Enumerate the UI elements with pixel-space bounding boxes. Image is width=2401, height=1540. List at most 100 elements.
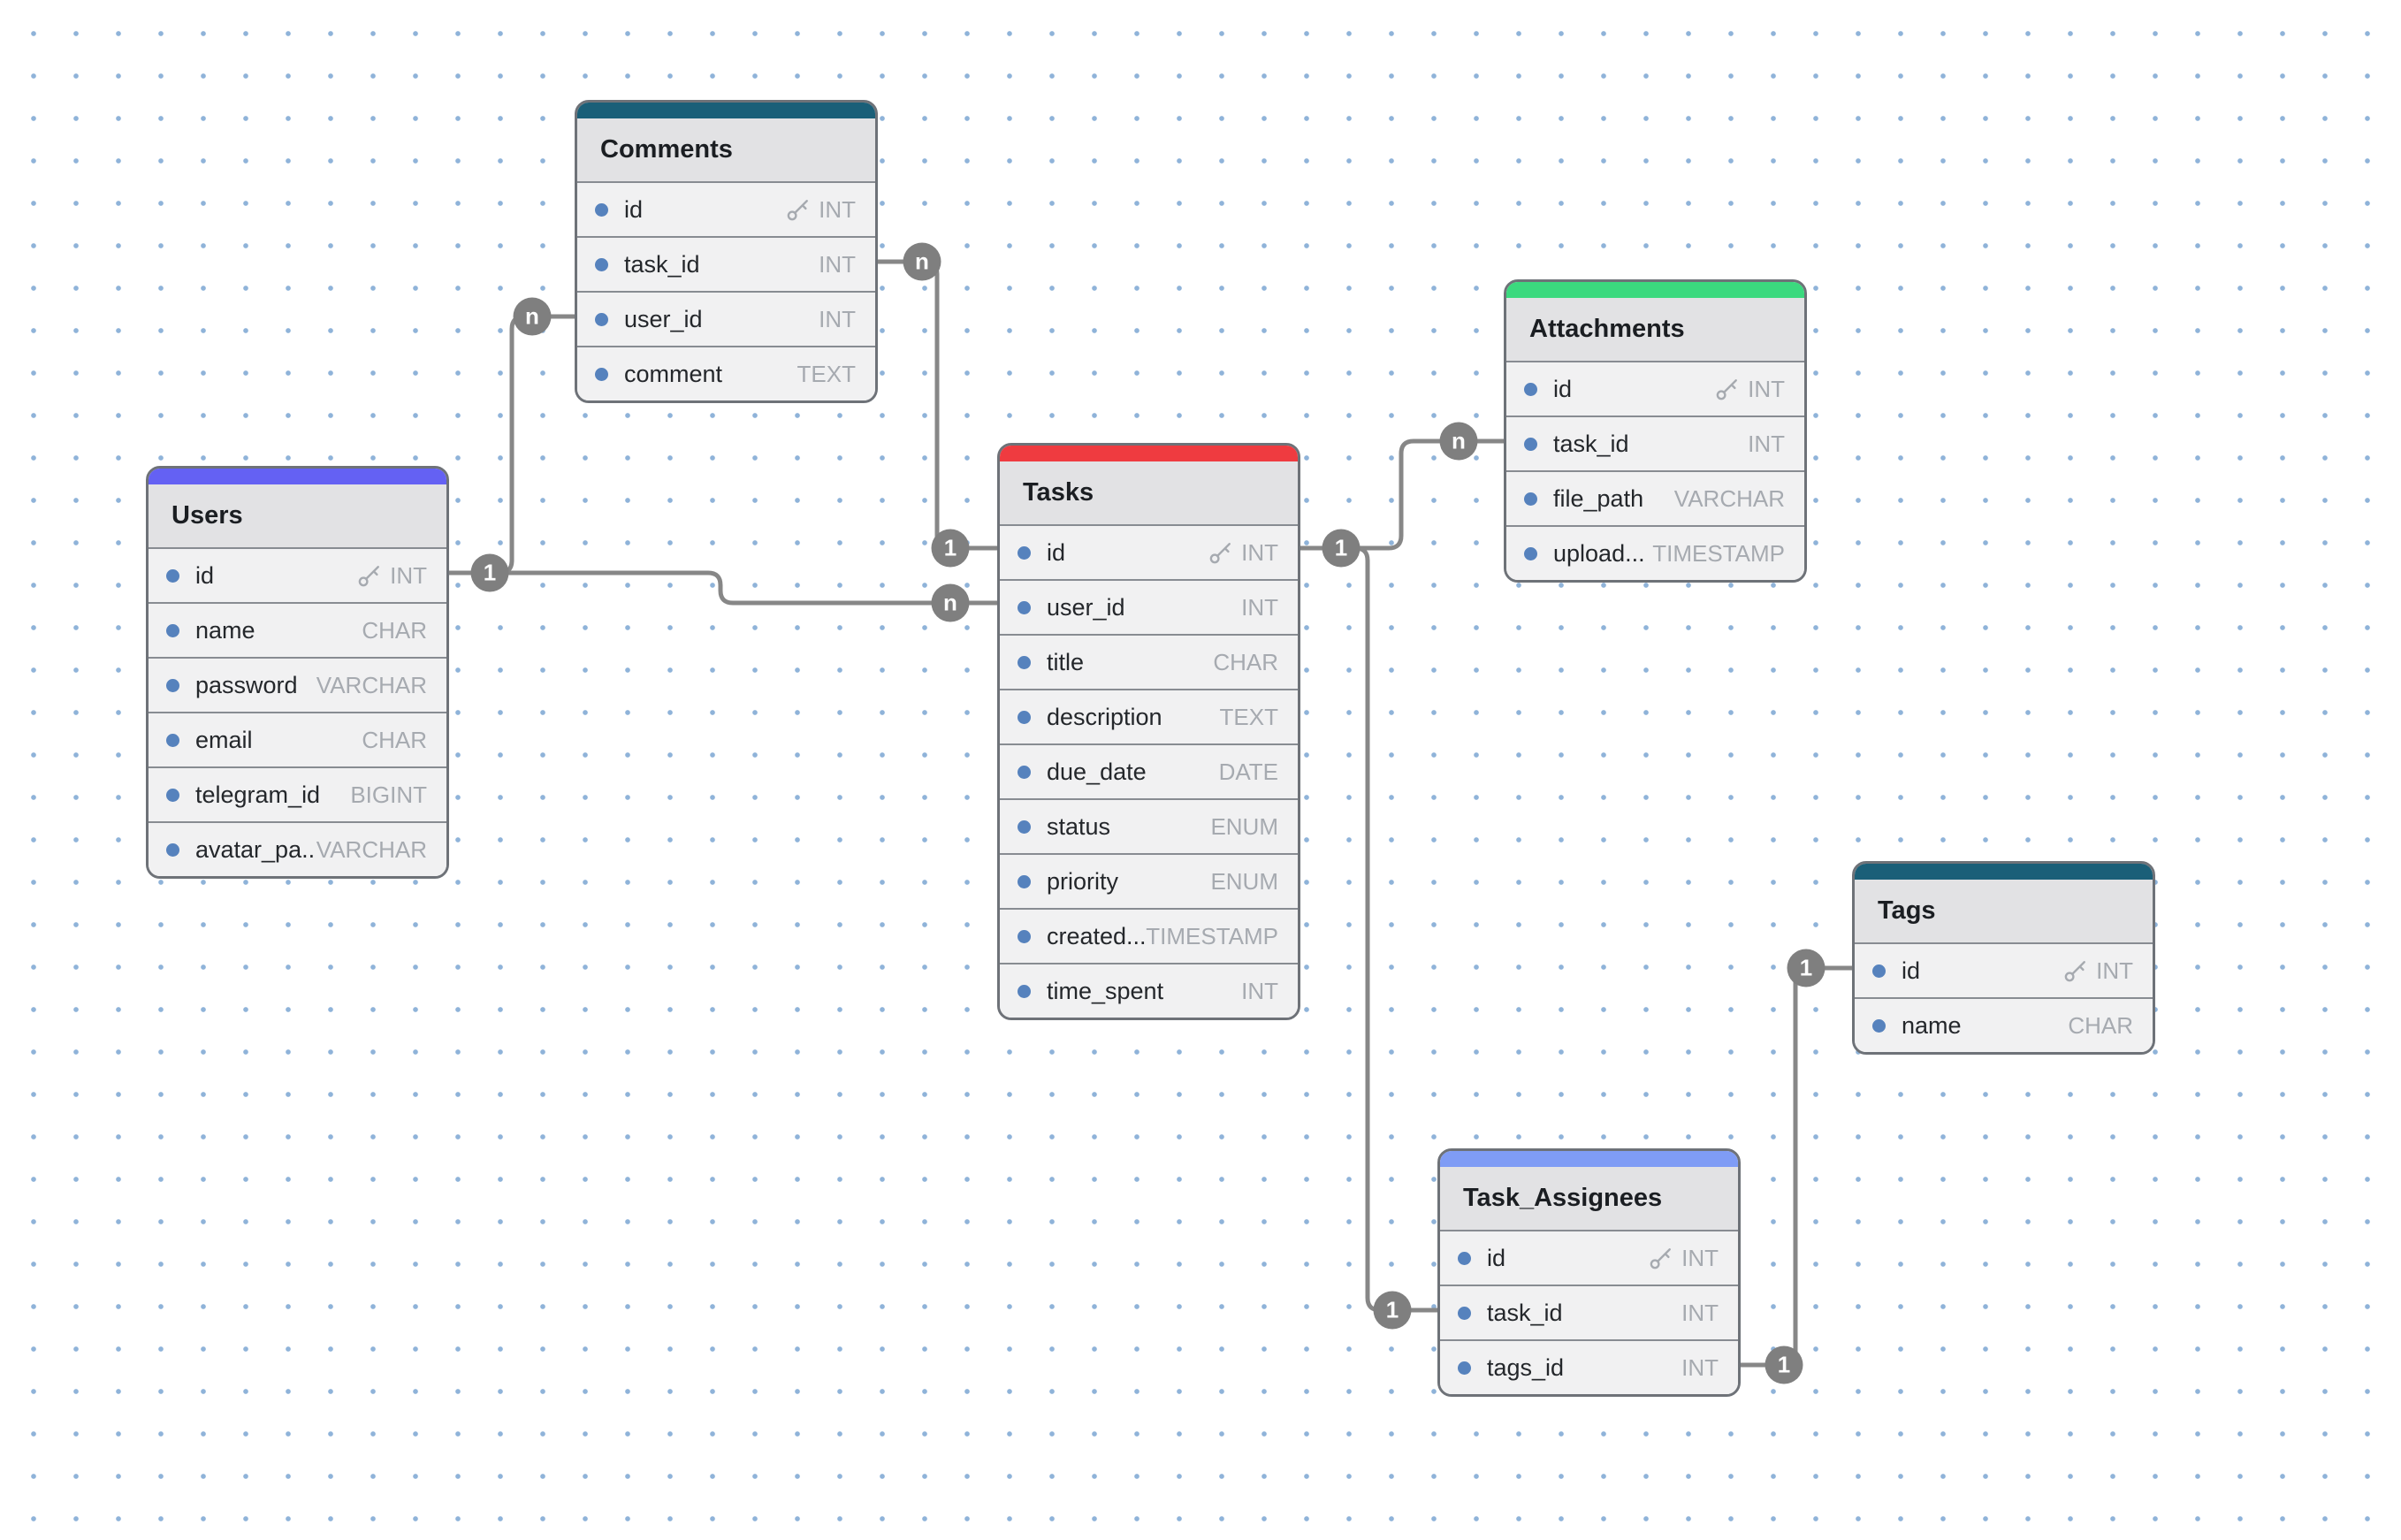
table-title: Tags: [1855, 880, 2153, 944]
field-name: password: [195, 672, 316, 699]
field-row-telegram_id[interactable]: telegram_idBIGINT: [149, 768, 446, 823]
relationship-line-tasks-id-to-task_assignees-task_id[interactable]: [1300, 548, 1437, 1310]
diagram-canvas[interactable]: CommentsidINTtask_idINTuser_idINTcomment…: [0, 0, 2401, 1540]
field-name: avatar_pa...: [195, 836, 316, 864]
field-row-name[interactable]: nameCHAR: [149, 604, 446, 659]
field-row-created[interactable]: created...TIMESTAMP: [1000, 910, 1298, 964]
field-row-user_id[interactable]: user_idINT: [1000, 581, 1298, 636]
field-dot-icon: [166, 624, 179, 637]
field-type: CHAR: [1213, 649, 1278, 676]
field-row-name[interactable]: nameCHAR: [1855, 999, 2153, 1052]
field-dot-icon: [1018, 546, 1031, 560]
field-row-comment[interactable]: commentTEXT: [577, 347, 875, 400]
table-tags[interactable]: TagsidINTnameCHAR: [1852, 861, 2155, 1055]
relationship-line-users-id-to-comments-user_id[interactable]: [449, 316, 575, 573]
field-type-label: INT: [819, 251, 856, 278]
relationship-line-users-id-to-tasks-user_id[interactable]: [449, 573, 997, 603]
table-task_assignees[interactable]: Task_AssigneesidINTtask_idINTtags_idINT: [1437, 1148, 1741, 1397]
field-dot-icon: [1018, 930, 1031, 943]
field-dot-icon: [166, 569, 179, 583]
field-name: id: [1047, 539, 1208, 567]
primary-key-icon: [1714, 376, 1741, 402]
field-type: INT: [1241, 978, 1278, 1005]
table-comments[interactable]: CommentsidINTtask_idINTuser_idINTcomment…: [575, 100, 878, 403]
field-row-id[interactable]: id INT: [1000, 526, 1298, 581]
field-dot-icon: [1018, 766, 1031, 779]
field-name: user_id: [624, 306, 819, 333]
field-type-label: CHAR: [362, 617, 427, 644]
field-name: name: [195, 617, 362, 644]
field-name: priority: [1047, 868, 1210, 896]
table-users[interactable]: UsersidINTnameCHARpasswordVARCHARemailCH…: [146, 466, 449, 879]
field-row-id[interactable]: idINT: [1855, 944, 2153, 999]
primary-key-icon: [1208, 539, 1234, 566]
field-row-tags_id[interactable]: tags_idINT: [1440, 1341, 1738, 1394]
field-type: INT: [1748, 431, 1785, 458]
relationship-line-tasks-id-to-comments-task_id[interactable]: [878, 262, 997, 548]
table-title: Comments: [577, 118, 875, 183]
field-type: VARCHAR: [316, 672, 427, 699]
cardinality-badge-n: n: [903, 243, 941, 281]
field-row-email[interactable]: emailCHAR: [149, 713, 446, 768]
field-dot-icon: [1524, 438, 1537, 451]
field-row-id[interactable]: idINT: [1506, 362, 1804, 417]
field-row-id[interactable]: idINT: [1440, 1231, 1738, 1286]
field-row-task_id[interactable]: task_idINT: [1440, 1286, 1738, 1341]
field-type: ENUM: [1210, 813, 1278, 841]
field-dot-icon: [1018, 656, 1031, 669]
field-row-priority[interactable]: priorityENUM: [1000, 855, 1298, 910]
field-row-title[interactable]: titleCHAR: [1000, 636, 1298, 690]
field-row-user_id[interactable]: user_idINT: [577, 293, 875, 347]
field-name: created...: [1047, 923, 1146, 950]
field-row-password[interactable]: passwordVARCHAR: [149, 659, 446, 713]
table-title: Attachments: [1506, 298, 1804, 362]
field-row-id[interactable]: idINT: [577, 183, 875, 238]
field-dot-icon: [166, 789, 179, 802]
field-dot-icon: [1018, 985, 1031, 998]
primary-key-icon: [356, 562, 383, 589]
field-row-due_date[interactable]: due_dateDATE: [1000, 745, 1298, 800]
field-row-avatar_pa[interactable]: avatar_pa...VARCHAR: [149, 823, 446, 876]
field-type-label: VARCHAR: [1674, 485, 1785, 513]
field-dot-icon: [1458, 1252, 1471, 1265]
field-row-description[interactable]: descriptionTEXT: [1000, 690, 1298, 745]
relationship-line-tags-id-to-task_assignees-tags_id[interactable]: [1741, 968, 1852, 1365]
field-row-task_id[interactable]: task_idINT: [1506, 417, 1804, 472]
field-name: task_id: [1553, 431, 1748, 458]
cardinality-badge-1: 1: [471, 554, 509, 592]
field-dot-icon: [595, 203, 608, 217]
field-type-label: INT: [819, 306, 856, 333]
table-accent-bar: [1440, 1151, 1738, 1167]
field-row-upload[interactable]: upload...TIMESTAMP: [1506, 527, 1804, 580]
field-type: INT: [1681, 1300, 1719, 1327]
field-dot-icon: [1018, 711, 1031, 724]
table-accent-bar: [1506, 282, 1804, 298]
field-dot-icon: [595, 368, 608, 381]
field-dot-icon: [1524, 492, 1537, 506]
field-type-label: INT: [2096, 957, 2133, 985]
field-row-task_id[interactable]: task_idINT: [577, 238, 875, 293]
field-dot-icon: [166, 679, 179, 692]
field-type: ENUM: [1210, 868, 1278, 896]
field-type-label: INT: [1241, 539, 1278, 567]
field-name: title: [1047, 649, 1213, 676]
field-name: id: [195, 562, 356, 590]
table-attachments[interactable]: AttachmentsidINTtask_idINTfile_pathVARCH…: [1504, 279, 1807, 583]
field-type: TIMESTAMP: [1146, 923, 1278, 950]
field-row-file_path[interactable]: file_pathVARCHAR: [1506, 472, 1804, 527]
field-row-time_spent[interactable]: time_spentINT: [1000, 964, 1298, 1018]
field-row-id[interactable]: id INT: [149, 549, 446, 604]
primary-key-icon: [1648, 1245, 1674, 1271]
field-type-label: VARCHAR: [316, 836, 427, 864]
field-type: TEXT: [1220, 704, 1278, 731]
primary-key-icon: [785, 196, 812, 223]
field-type: TEXT: [797, 361, 856, 388]
field-name: telegram_id: [195, 781, 350, 809]
field-type: INT: [819, 251, 856, 278]
field-dot-icon: [1018, 820, 1031, 834]
table-tasks[interactable]: TasksidINTuser_idINTtitleCHARdescription…: [997, 443, 1300, 1020]
field-type-label: INT: [390, 562, 427, 590]
field-type-label: TIMESTAMP: [1146, 923, 1278, 950]
field-name: task_id: [1487, 1300, 1681, 1327]
field-row-status[interactable]: statusENUM: [1000, 800, 1298, 855]
